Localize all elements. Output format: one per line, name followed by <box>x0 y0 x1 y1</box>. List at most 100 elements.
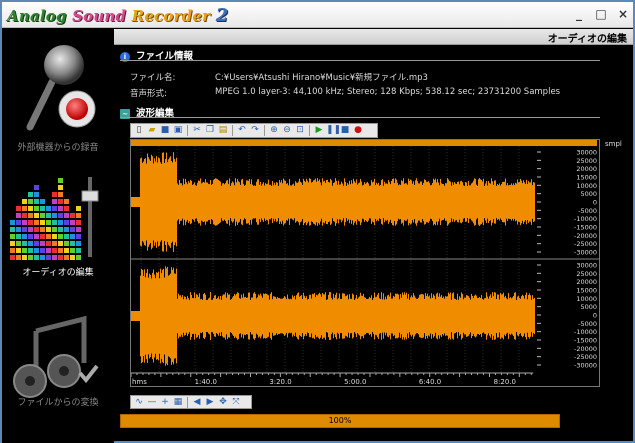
waveform-channel <box>131 152 535 252</box>
close-button[interactable]: × <box>617 7 629 21</box>
eq-bar-segment <box>76 206 81 211</box>
eq-bar-segment <box>28 248 33 253</box>
eq-bar-segment <box>10 241 15 246</box>
eq-bar-segment <box>28 192 33 197</box>
eq-bar-segment <box>64 234 69 239</box>
record-icon[interactable]: ● <box>352 125 364 136</box>
eq-bar-segment <box>52 192 57 197</box>
eq-bar-segment <box>10 234 15 239</box>
y-tick-label: 15000 <box>576 287 597 295</box>
filename-value: C:¥Users¥Atsushi Hirano¥Music¥新規ファイル.mp3 <box>215 73 428 83</box>
eq-bar-segment <box>52 234 57 239</box>
eq-bar-segment <box>64 248 69 253</box>
waveform-view[interactable]: smpl 30000 25000 20000 15000 10000 5000 0 -5000… <box>130 139 622 387</box>
edit-toolbar: ▯ ▰ ■ ▣ ✂ ❐ ▤ ↶ ↷ ⊕ ⊖ ⊡ ▶ ❚❚ ■ ● <box>130 123 378 138</box>
spectrum-icon[interactable]: ▦ <box>172 397 184 408</box>
y-tick-label: -15000 <box>574 337 597 345</box>
save-icon[interactable]: ■ <box>159 125 171 136</box>
eq-bar-segment <box>58 213 63 218</box>
stop-icon[interactable]: ■ <box>339 125 351 136</box>
sidebar-item-record[interactable]: 外部機器からの録音 <box>2 37 114 153</box>
eq-bar-segment <box>52 199 57 204</box>
y-tick-label: 30000 <box>576 262 597 270</box>
eq-bar-segment <box>34 255 39 260</box>
separator <box>309 125 310 136</box>
eq-bar-segment <box>52 255 57 260</box>
time-label: 6:40.0 <box>419 378 441 386</box>
sidebar-item-convert[interactable]: ファイルからの変換 <box>2 301 114 413</box>
eq-bar-segment <box>70 213 75 218</box>
redo-icon[interactable]: ↷ <box>249 125 261 136</box>
sidebar-item-edit[interactable]: オーディオの編集 <box>2 169 114 281</box>
shrink-icon[interactable]: ⤧ <box>230 397 242 408</box>
wave-view-icon[interactable]: ∿ <box>133 397 145 408</box>
eq-bar-segment <box>10 227 15 232</box>
eq-bar-segment <box>16 248 21 253</box>
eq-bar-segment <box>10 248 15 253</box>
eq-bar-segment <box>58 220 63 225</box>
eq-bar-segment <box>40 241 45 246</box>
format-value: MPEG 1.0 layer-3: 44,100 kHz; Stereo; 12… <box>215 87 561 97</box>
new-file-icon[interactable]: ▯ <box>133 125 145 136</box>
undo-icon[interactable]: ↶ <box>236 125 248 136</box>
cut-icon[interactable]: ✂ <box>191 125 203 136</box>
eq-bar-segment <box>58 192 63 197</box>
expand-icon[interactable]: ✥ <box>217 397 229 408</box>
eq-bar-segment <box>52 227 57 232</box>
y-tick-label: 25000 <box>576 157 597 165</box>
pause-icon[interactable]: ❚❚ <box>326 125 341 136</box>
eq-bar-segment <box>28 241 33 246</box>
scroll-left-icon[interactable]: ◀ <box>191 397 203 408</box>
page-title: オーディオの編集 <box>547 34 627 45</box>
eq-bar-segment <box>64 220 69 225</box>
zoom-in-icon[interactable]: ⊕ <box>268 125 280 136</box>
open-folder-icon[interactable]: ▰ <box>146 125 158 136</box>
eq-bar-segment <box>58 241 63 246</box>
title-bar[interactable]: Analog Sound Recorder 2 _ □ × <box>2 2 633 28</box>
progress-bar: 100% <box>120 414 560 428</box>
separator <box>232 125 233 136</box>
eq-bar-segment <box>46 241 51 246</box>
eq-bar-segment <box>76 248 81 253</box>
eq-bar-segment <box>58 255 63 260</box>
play-icon[interactable]: ▶ <box>313 125 325 136</box>
eq-bar-segment <box>46 220 51 225</box>
eq-bar-segment <box>40 255 45 260</box>
y-tick-label: 30000 <box>576 149 597 157</box>
filename-label: ファイル名: <box>130 73 176 83</box>
separator <box>264 125 265 136</box>
minus-icon[interactable]: — <box>146 397 158 408</box>
scroll-right-icon[interactable]: ▶ <box>204 397 216 408</box>
eq-bar-segment <box>40 206 45 211</box>
restore-button[interactable]: □ <box>595 7 607 21</box>
copy-icon[interactable]: ❐ <box>204 125 216 136</box>
plus-icon[interactable]: + <box>159 397 171 408</box>
y-tick-label: -30000 <box>574 249 597 257</box>
eq-bar-segment <box>70 227 75 232</box>
section-header-band: オーディオの編集 <box>114 29 633 45</box>
paste-icon[interactable]: ▤ <box>217 125 229 136</box>
eq-bar-segment <box>16 255 21 260</box>
eq-bar-segment <box>46 206 51 211</box>
sidebar-item-label: ファイルからの変換 <box>17 398 99 408</box>
y-tick-label: 5000 <box>580 303 597 311</box>
progress-text: 100% <box>328 416 352 425</box>
eq-bar-segment <box>76 234 81 239</box>
y-tick-label: -25000 <box>574 240 597 248</box>
y-tick-label: -30000 <box>574 362 597 370</box>
minimize-button[interactable]: _ <box>573 7 585 21</box>
zoom-out-icon[interactable]: ⊖ <box>281 125 293 136</box>
time-label: 8:20.0 <box>494 378 516 386</box>
y-tick-label: 0 <box>593 199 597 207</box>
y-tick-label: -15000 <box>574 224 597 232</box>
logo-word-4: 2 <box>215 5 229 26</box>
eq-bar-segment <box>28 255 33 260</box>
app-logo: Analog Sound Recorder 2 <box>7 5 228 26</box>
y-tick-label: 25000 <box>576 270 597 278</box>
waveform-canvas[interactable]: 300002500020000150001000050000-5000-1000… <box>131 146 599 372</box>
eq-bar-segment <box>22 220 27 225</box>
save-as-icon[interactable]: ▣ <box>172 125 184 136</box>
zoom-fit-icon[interactable]: ⊡ <box>294 125 306 136</box>
eq-bar-segment <box>52 206 57 211</box>
eq-bar-segment <box>52 241 57 246</box>
